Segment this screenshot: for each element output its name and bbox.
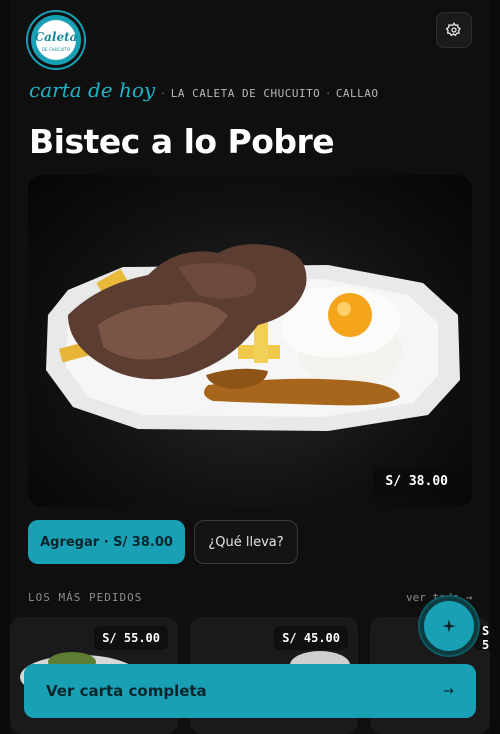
logo-subtext: DE CHUCUITO (41, 47, 71, 52)
separator-dot: · (326, 87, 330, 100)
dish-title: Bistec a lo Pobre (29, 122, 335, 161)
dish-illustration (46, 244, 460, 431)
restaurant-name: LA CALETA DE CHUCUITO (170, 87, 321, 100)
ingredients-button[interactable]: ¿Qué lleva? (194, 520, 298, 564)
sparkle-icon (442, 619, 456, 633)
assistant-fab[interactable] (420, 597, 478, 655)
arrow-right-icon: → (443, 683, 454, 699)
subtitle-script: carta de hoy (29, 78, 156, 102)
menu-subtitle: carta de hoy · LA CALETA DE CHUCUITO · C… (29, 78, 379, 102)
full-menu-button[interactable]: Ver carta completa → (24, 664, 476, 718)
card-price: S/ 45.00 (274, 626, 348, 650)
logo-text: Caleta (34, 30, 78, 44)
section-label: LOS MÁS PEDIDOS (28, 591, 143, 604)
full-menu-label: Ver carta completa (46, 682, 207, 700)
separator-dot: · (161, 87, 165, 100)
restaurant-logo[interactable]: Caleta DE CHUCUITO (28, 12, 84, 68)
gear-icon (446, 22, 461, 37)
settings-button[interactable] (436, 12, 472, 48)
district-name: CALLAO (335, 87, 379, 100)
card-price: S/ 55.00 (94, 626, 168, 650)
add-to-order-button[interactable]: Agregar · S/ 38.00 (28, 520, 185, 564)
dish-price-badge: S/ 38.00 (373, 467, 460, 495)
dish-photo: S/ 38.00 (28, 175, 472, 507)
